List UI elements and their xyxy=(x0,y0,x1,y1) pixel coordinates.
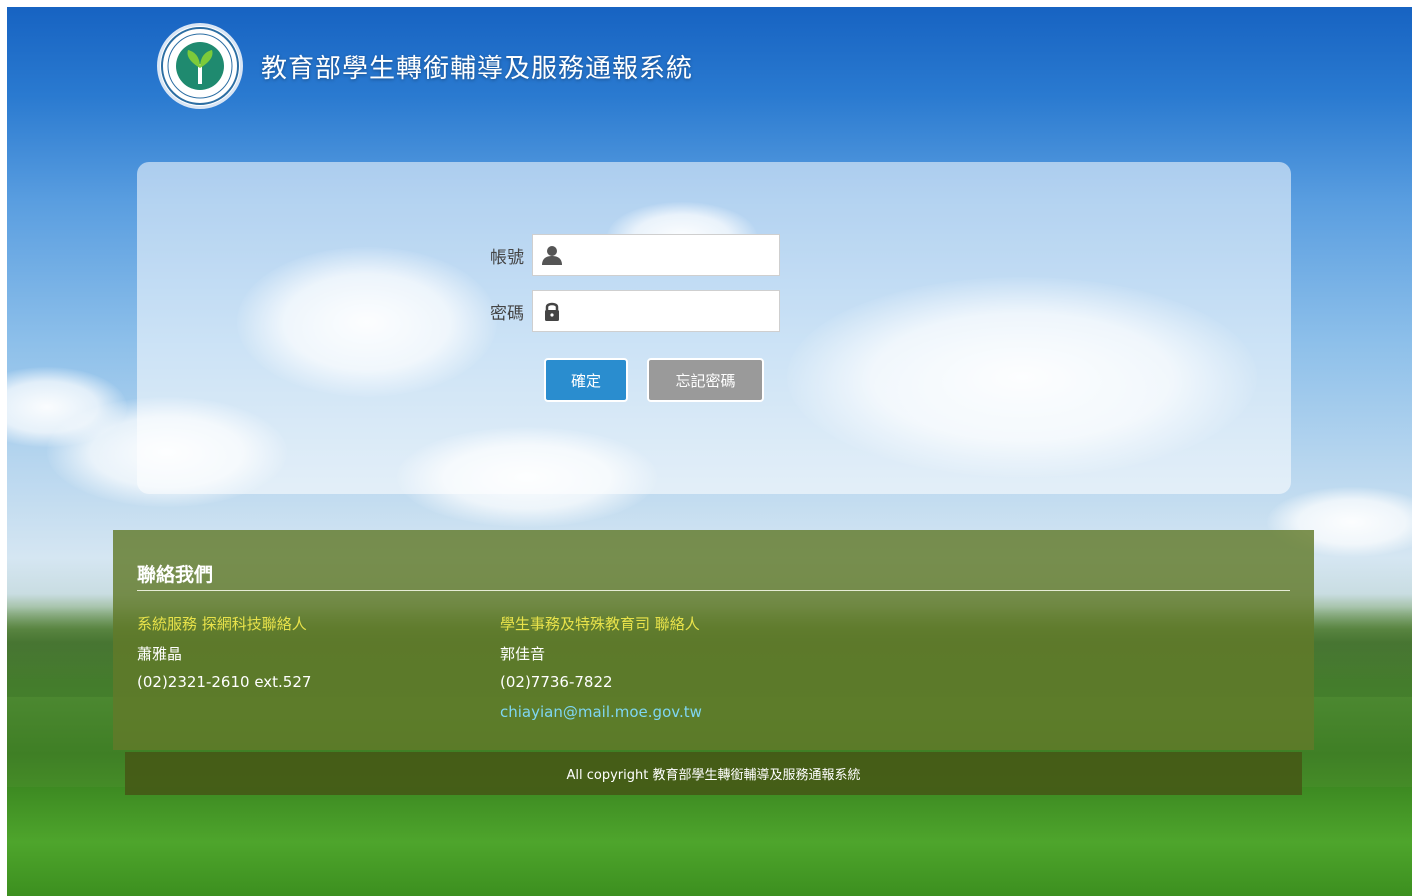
site-header: 教育部學生轉銜輔導及服務通報系統 xyxy=(157,23,693,109)
password-input[interactable] xyxy=(571,292,779,330)
username-input[interactable] xyxy=(571,236,779,274)
contact-section: 聯絡我們 系統服務 探網科技聯絡人 蕭雅晶 (02)2321-2610 ext.… xyxy=(113,530,1314,750)
confirm-button[interactable]: 確定 xyxy=(544,358,628,402)
username-row: 帳號 xyxy=(474,234,780,276)
contact-name: 蕭雅晶 xyxy=(137,645,183,663)
password-field-wrapper xyxy=(532,290,780,332)
password-row: 密碼 xyxy=(474,290,780,332)
site-title: 教育部學生轉銜輔導及服務通報系統 xyxy=(261,53,694,84)
contact-column-ministry: 學生事務及特殊教育司 聯絡人 郭佳音 (02)7736-7822 chiayia… xyxy=(500,613,702,725)
contact-title: 聯絡我們 xyxy=(137,564,214,586)
login-panel: 帳號 密碼 確定 忘記密碼 xyxy=(137,162,1291,494)
contact-divider xyxy=(137,590,1290,591)
background-scene: 教育部學生轉銜輔導及服務通報系統 帳號 密碼 確定 忘記密碼 聯絡我們 系統服務… xyxy=(7,7,1412,896)
contact-name: 郭佳音 xyxy=(500,645,546,663)
contact-heading: 系統服務 探網科技聯絡人 xyxy=(137,615,307,633)
contact-phone: (02)2321-2610 ext.527 xyxy=(137,673,312,691)
contact-heading: 學生事務及特殊教育司 聯絡人 xyxy=(500,615,700,633)
lock-icon xyxy=(533,291,571,331)
contact-email-link[interactable]: chiayian@mail.moe.gov.tw xyxy=(500,703,702,725)
copyright-footer: All copyright 教育部學生轉銜輔導及服務通報系統 xyxy=(125,752,1302,795)
username-label: 帳號 xyxy=(490,247,524,268)
contact-phone: (02)7736-7822 xyxy=(500,673,613,691)
user-icon xyxy=(533,235,571,275)
password-label: 密碼 xyxy=(490,303,524,324)
contact-column-system: 系統服務 探網科技聯絡人 蕭雅晶 (02)2321-2610 ext.527 xyxy=(137,613,311,695)
forgot-password-button[interactable]: 忘記密碼 xyxy=(647,358,764,402)
username-field-wrapper xyxy=(532,234,780,276)
ministry-logo xyxy=(157,23,243,109)
grass-field xyxy=(7,787,1412,896)
